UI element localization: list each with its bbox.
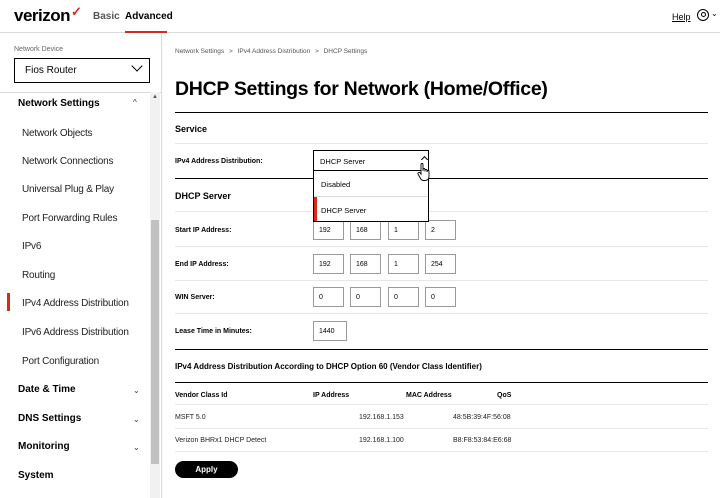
service-heading: Service [175,124,208,134]
sidebar-item-routing[interactable]: Routing [22,270,55,281]
breadcrumb-item[interactable]: Network Settings [175,48,224,55]
row-divider [175,246,708,247]
chevron-up-icon [420,155,429,164]
row-divider [175,211,708,212]
row-divider [175,451,708,452]
sidebar-item-network-objects[interactable]: Network Objects [22,128,93,139]
start-ip-octet-2[interactable]: 168 [350,220,381,240]
win-server-octet-4[interactable]: 0 [425,287,456,307]
breadcrumb-item-current: DHCP Settings [323,48,368,55]
chevron-down-icon [131,60,143,72]
end-ip-octet-1[interactable]: 192 [313,254,344,274]
sidebar-scrollbar-thumb[interactable] [151,220,159,464]
sidebar-section-dns-settings[interactable]: DNS Settings [18,413,81,424]
sidebar-item-port-forwarding[interactable]: Port Forwarding Rules [22,213,117,224]
sidebar-item-ipv4-address-distribution[interactable]: IPv4 Address Distribution [22,298,129,309]
table-cell-ip-address: 192.168.1.153 [359,414,404,421]
section-divider [175,349,708,350]
tab-basic[interactable]: Basic [93,11,120,22]
sidebar-section-monitoring[interactable]: Monitoring [18,441,70,452]
sidebar-item-port-configuration[interactable]: Port Configuration [22,356,99,367]
row-divider [175,280,708,281]
row-divider [175,143,708,144]
dropdown-option-disabled[interactable]: Disabled [314,171,428,195]
chevron-down-icon[interactable]: ⌄ [133,443,140,452]
sidebar-section-date-time[interactable]: Date & Time [18,384,76,395]
dhcp-server-heading: DHCP Server [175,191,231,201]
start-ip-octet-1[interactable]: 192 [313,220,344,240]
user-icon [697,9,709,21]
tab-advanced[interactable]: Advanced [125,11,173,22]
start-ip-octet-3[interactable]: 1 [388,220,419,240]
sidebar-section-system[interactable]: System [18,470,54,481]
end-ip-octet-4[interactable]: 254 [425,254,456,274]
section-divider [175,178,708,179]
table-cell-mac-address: B8:F8:53:84:E6:68 [453,437,512,444]
active-item-indicator [7,293,10,311]
win-server-octet-2[interactable]: 0 [350,287,381,307]
network-device-value: Fios Router [25,65,77,76]
sidebar-item-network-connections[interactable]: Network Connections [22,156,113,167]
dropdown-option-dhcp-server[interactable]: DHCP Server [314,196,428,220]
row-divider [175,313,708,314]
column-header-ip-address: IP Address [313,392,350,399]
user-menu-button[interactable]: ⌄ [697,8,718,24]
help-link[interactable]: Help [672,12,691,22]
chevron-down-icon[interactable]: ⌄ [133,415,140,424]
apply-button[interactable]: Apply [175,461,238,478]
row-divider [175,428,708,429]
ipv4-distribution-select[interactable]: DHCP Server [313,150,429,171]
sidebar-divider [0,92,161,93]
page-title: DHCP Settings for Network (Home/Office) [175,78,548,100]
table-cell-vendor-class-id: MSFT 5.0 [175,414,206,421]
row-divider [175,404,708,405]
chevron-down-icon: ⌄ [711,9,718,18]
ipv4-distribution-value: DHCP Server [320,157,366,166]
win-server-label: WIN Server: [175,294,215,301]
breadcrumb-separator: > [315,48,319,55]
chevron-down-icon[interactable]: ⌄ [133,386,140,395]
network-device-label: Network Device [14,46,64,53]
verizon-logo[interactable]: verizon✓ [14,4,82,26]
selected-option-indicator [314,197,317,221]
lease-time-input[interactable]: 1440 [313,321,347,341]
sidebar-item-ipv6[interactable]: IPv6 [22,241,41,252]
ipv4-distribution-dropdown: Disabled DHCP Server [313,171,429,222]
sidebar-section-network-settings[interactable]: Network Settings [18,98,100,109]
column-header-vendor-class-id: Vendor Class Id [175,392,228,399]
active-tab-indicator [125,31,167,33]
end-ip-octet-3[interactable]: 1 [388,254,419,274]
table-cell-mac-address: 48:5B:39:4F:56:08 [453,414,511,421]
ipv4-distribution-label: IPv4 Address Distribution: [175,158,263,165]
breadcrumb: Network Settings > IPv4 Address Distribu… [175,48,367,55]
network-device-select[interactable]: Fios Router [14,58,150,83]
scroll-up-arrow-icon[interactable]: ▲ [152,94,158,100]
end-ip-octet-2[interactable]: 168 [350,254,381,274]
end-ip-label: End IP Address: [175,261,229,268]
vendor-class-heading: IPv4 Address Distribution According to D… [175,362,482,371]
table-cell-ip-address: 192.168.1.100 [359,437,404,444]
logo-check-mark: ✓ [71,4,82,19]
win-server-octet-3[interactable]: 0 [388,287,419,307]
row-divider [175,382,708,383]
sidebar: Network Device Fios Router Network Setti… [0,34,162,498]
section-divider [175,112,708,113]
sidebar-item-upnp[interactable]: Universal Plug & Play [22,184,114,195]
breadcrumb-item[interactable]: IPv4 Address Distribution [238,48,311,55]
breadcrumb-separator: > [228,48,233,55]
table-cell-vendor-class-id: Verizon BHRx1 DHCP Detect [175,437,267,444]
column-header-mac-address: MAC Address [406,392,452,399]
chevron-up-icon[interactable]: ^ [133,98,137,107]
win-server-octet-1[interactable]: 0 [313,287,344,307]
hand-pointer-icon [417,163,430,181]
top-bar: verizon✓ Basic Advanced Help ⌄ [0,0,720,33]
lease-time-label: Lease Time in Minutes: [175,328,252,335]
sidebar-item-ipv6-address-distribution[interactable]: IPv6 Address Distribution [22,327,129,338]
column-header-qos: QoS [497,392,512,399]
start-ip-label: Start IP Address: [175,227,232,234]
start-ip-octet-4[interactable]: 2 [425,220,456,240]
